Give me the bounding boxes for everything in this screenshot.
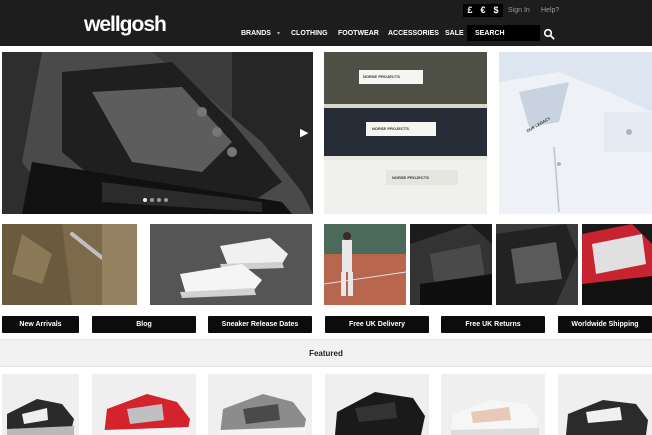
tile-norse-projects[interactable]: NORSE PROJECTS NORSE PROJECTS NORSE PROJ… (324, 52, 487, 214)
hero-slider-sneaker[interactable] (2, 52, 313, 214)
clothing-label-1: NORSE PROJECTS (363, 74, 400, 79)
product-1-image (7, 399, 74, 435)
tile-white-sneakers[interactable] (150, 224, 312, 305)
currency-gbp-button[interactable]: £ (463, 4, 477, 17)
tile-black-sneaker-detail-2[interactable] (496, 224, 578, 305)
slider-dot-1[interactable] (143, 198, 147, 202)
nav-brands-label: BRANDS (241, 30, 271, 37)
site-logo[interactable]: wellgosh (84, 14, 167, 35)
clothing-label-3: NORSE PROJECTS (392, 175, 429, 180)
shirt-image (499, 52, 652, 214)
chevron-down-icon: ▾ (276, 31, 280, 37)
white-sneakers-image (150, 224, 312, 305)
nav-brands[interactable]: BRANDS ▾ (241, 29, 280, 39)
featured-product-1[interactable] (2, 374, 79, 435)
slider-dot-3[interactable] (157, 198, 161, 202)
free-uk-delivery-button[interactable]: Free UK Delivery (325, 316, 429, 333)
currency-eur-button[interactable]: € (476, 4, 490, 17)
product-4-image (335, 392, 425, 435)
black-sneaker-detail-2-image (496, 224, 578, 305)
featured-product-2[interactable] (92, 374, 196, 435)
slider-next-arrow-icon[interactable]: ▶ (300, 126, 308, 139)
featured-header: Featured (0, 339, 652, 367)
free-uk-returns-button[interactable]: Free UK Returns (441, 316, 545, 333)
sign-in-link[interactable]: Sign In (508, 6, 530, 15)
tile-court-model[interactable] (324, 224, 406, 305)
sneaker-image (2, 52, 313, 214)
featured-product-3[interactable] (208, 374, 312, 435)
slider-dot-4[interactable] (164, 198, 168, 202)
nav-accessories[interactable]: ACCESSORIES (388, 29, 439, 38)
product-5-image (451, 400, 539, 435)
tile-our-legacy-shirt[interactable]: OUR LEGACY (499, 52, 652, 214)
featured-product-4[interactable] (325, 374, 429, 435)
nav-sale[interactable]: SALE (445, 29, 464, 38)
product-2-image (104, 394, 190, 435)
jacket-image (2, 224, 137, 305)
blog-button[interactable]: Blog (92, 316, 196, 333)
featured-product-6[interactable] (558, 374, 652, 435)
help-link[interactable]: Help? (541, 6, 559, 15)
clothing-stack-image (324, 52, 487, 214)
tile-jacket[interactable] (2, 224, 137, 305)
product-6-image (566, 400, 648, 435)
sneaker-release-dates-button[interactable]: Sneaker Release Dates (208, 316, 312, 333)
slider-pagination (143, 198, 168, 202)
worldwide-shipping-button[interactable]: Worldwide Shipping (558, 316, 652, 333)
nav-footwear[interactable]: FOOTWEAR (338, 29, 379, 38)
tile-black-sneaker-detail-1[interactable] (410, 224, 492, 305)
product-3-image (220, 394, 306, 435)
court-model-image (324, 224, 406, 305)
currency-usd-button[interactable]: $ (489, 4, 503, 17)
search-icon[interactable] (543, 28, 555, 40)
slider-dot-2[interactable] (150, 198, 154, 202)
site-header: wellgosh £ € $ Sign In Help? BRANDS ▾ CLO… (0, 0, 652, 46)
black-sneaker-detail-image (410, 224, 492, 305)
featured-product-5[interactable] (441, 374, 545, 435)
tile-red-sneaker[interactable] (582, 224, 652, 305)
featured-title: Featured (309, 349, 343, 358)
clothing-label-2: NORSE PROJECTS (372, 126, 409, 131)
new-arrivals-button[interactable]: New Arrivals (2, 316, 79, 333)
search-input[interactable] (467, 25, 540, 41)
nav-clothing[interactable]: CLOTHING (291, 29, 328, 38)
red-sneaker-image (582, 224, 652, 305)
